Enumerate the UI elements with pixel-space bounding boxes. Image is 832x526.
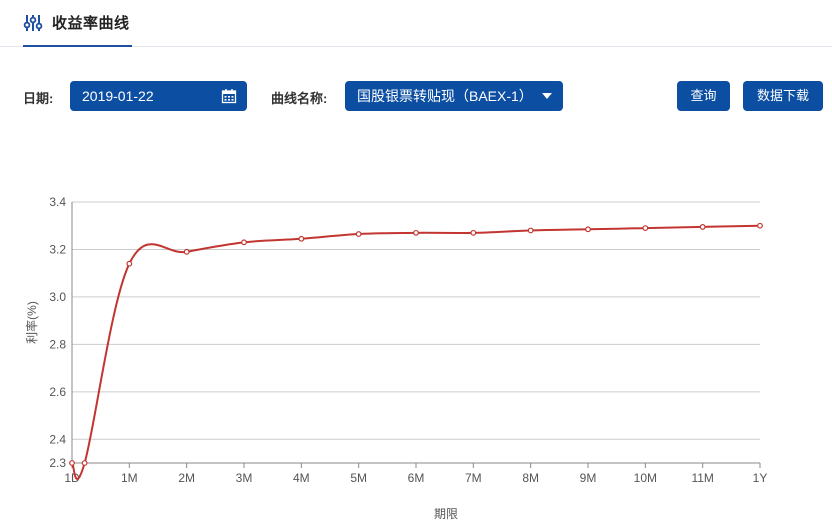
y-tick-label: 2.8 xyxy=(49,337,66,351)
data-point xyxy=(699,224,706,230)
y-axis-title: 利率(%) xyxy=(24,301,39,344)
download-button[interactable]: 数据下载 xyxy=(743,81,823,111)
page-header: 收益率曲线 xyxy=(0,0,832,47)
date-picker-input[interactable]: 2019-01-22 xyxy=(70,81,247,111)
x-tick-label: 8M xyxy=(522,471,539,485)
y-tick-label: 3.0 xyxy=(49,290,66,304)
caret-down-icon xyxy=(542,93,552,99)
date-label: 日期: xyxy=(23,91,54,106)
curve-name-select[interactable]: 国股银票转贴现（BAEX-1） xyxy=(345,81,563,111)
data-point xyxy=(298,235,305,242)
query-button[interactable]: 查询 xyxy=(677,81,730,111)
curve-name-value: 国股银票转贴现（BAEX-1） xyxy=(357,88,533,104)
y-tick-label: 2.3 xyxy=(49,456,66,470)
y-tick-label: 2.4 xyxy=(49,432,66,446)
x-tick-label: 6M xyxy=(408,471,425,485)
data-point xyxy=(642,225,649,231)
chart-canvas: 2.32.42.62.83.03.23.41D 1M 2M 3M 4M 5M 6M 7M 8M 9… xyxy=(24,195,768,521)
x-tick-label: 1M xyxy=(121,471,138,485)
data-point xyxy=(355,231,362,237)
data-point xyxy=(757,222,763,229)
curve-name-label: 曲线名称: xyxy=(271,91,328,106)
x-axis-title: 期限 xyxy=(434,507,458,521)
data-point xyxy=(470,229,477,236)
y-tick-label: 2.6 xyxy=(49,385,66,399)
tab-yield-curve[interactable]: 收益率曲线 xyxy=(23,0,132,47)
data-point xyxy=(69,460,75,466)
yield-curve-chart: 2.3 2.4 2.6 2.8 3.0 3.2 3.4 1D 1M 2M 3M 4M 5M 6M 7M 8M 9… xyxy=(0,180,832,526)
calendar-icon xyxy=(221,89,237,104)
page-title: 收益率曲线 xyxy=(52,15,130,32)
series-line xyxy=(71,224,761,480)
x-tick-label: 7M xyxy=(465,471,482,485)
data-point xyxy=(126,260,133,267)
data-point xyxy=(585,226,591,233)
x-tick-label: 9M xyxy=(580,471,597,485)
y-tick-label: 3.4 xyxy=(49,195,66,209)
data-point xyxy=(183,248,190,255)
y-tick-label: 3.2 xyxy=(49,242,66,256)
data-point xyxy=(527,227,534,234)
data-point xyxy=(413,229,419,236)
date-value: 2019-01-22 xyxy=(82,88,154,104)
x-tick-label: 5M xyxy=(350,471,367,485)
data-point xyxy=(81,460,88,466)
x-tick-label: 11M xyxy=(691,471,713,485)
sliders-icon xyxy=(23,14,43,31)
x-tick-label: 1Y xyxy=(753,471,768,485)
x-tick-label: 3M xyxy=(236,471,253,485)
data-point xyxy=(241,239,247,246)
yield-curve-page: 收益率曲线 日期: 2019-01-22 曲线名称: 国股银票转贴现（BAEX-… xyxy=(0,0,832,526)
x-tick-label: 4M xyxy=(293,471,310,485)
x-tick-label: 2M xyxy=(178,471,195,485)
x-tick-label: 10M xyxy=(634,471,657,485)
